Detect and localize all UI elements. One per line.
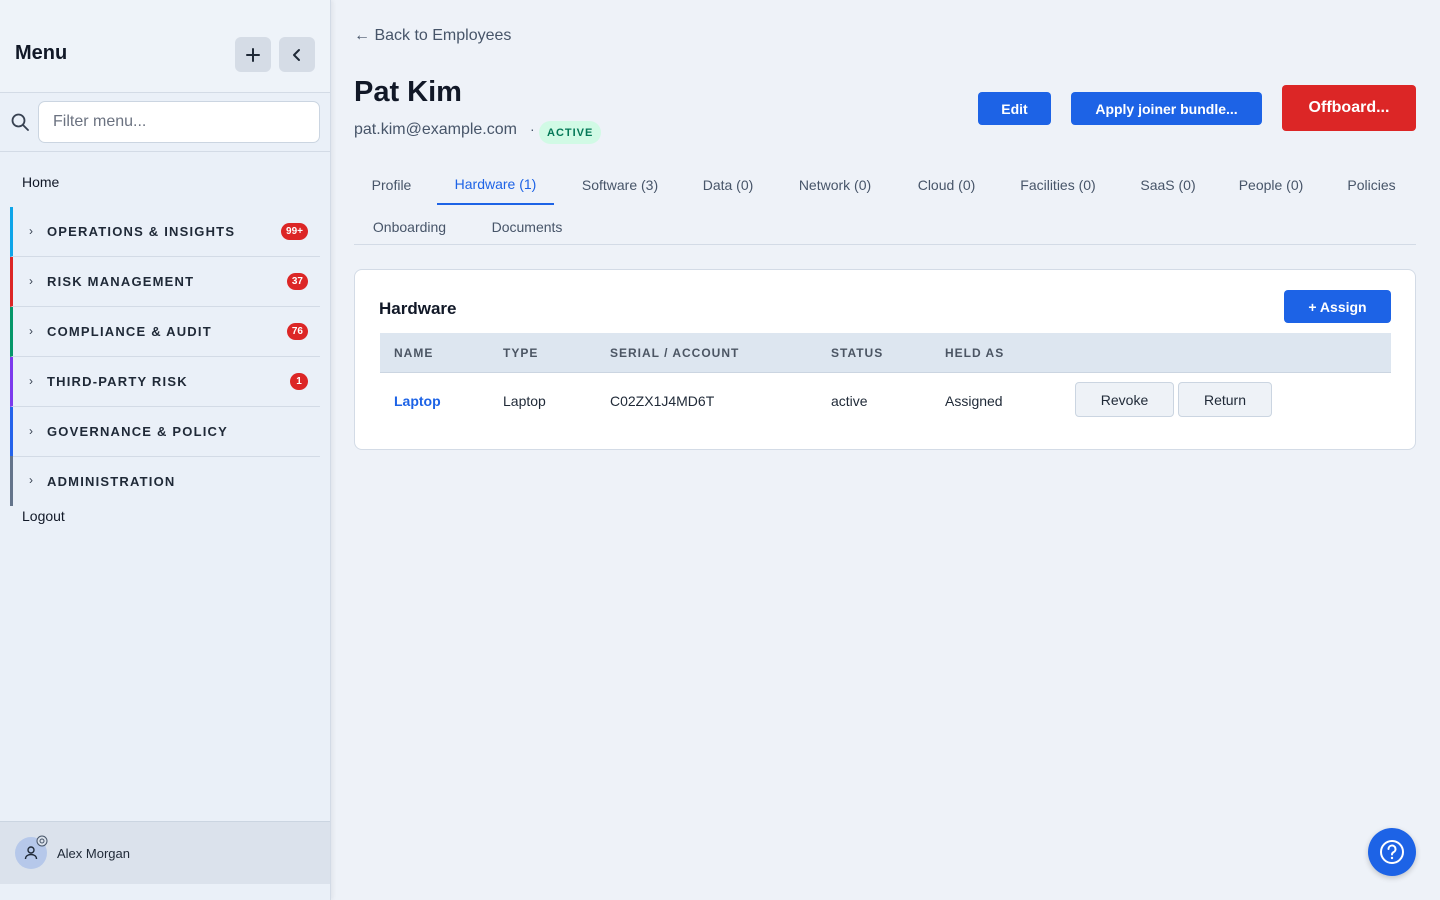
tab-hardware[interactable]: Hardware (1) [437,165,554,205]
search-icon [11,113,29,131]
tab-saas[interactable]: SaaS (0) [1128,165,1208,205]
sidebar-item-home[interactable]: Home [22,174,59,190]
gear-icon[interactable] [36,835,48,847]
sidebar-group-label: THIRD-PARTY RISK [47,374,188,389]
sidebar-group-compliance-audit[interactable]: › COMPLIANCE & AUDIT 76 [10,307,320,357]
sidebar-search [0,93,330,152]
tab-documents[interactable]: Documents [478,207,576,247]
filter-menu-input[interactable] [38,101,320,143]
hardware-status: active [831,393,868,409]
sidebar-item-logout[interactable]: Logout [22,508,65,524]
assign-button[interactable]: + Assign [1284,290,1391,323]
sidebar-group-risk-management[interactable]: › RISK MANAGEMENT 37 [10,257,320,307]
page-title: Pat Kim [354,76,462,108]
chevron-right-icon: › [29,424,33,438]
chevron-right-icon: › [29,473,33,487]
chevron-right-icon: › [29,324,33,338]
column-header-serial: SERIAL / ACCOUNT [610,346,740,360]
tab-onboarding[interactable]: Onboarding [354,207,465,247]
column-header-held-as: HELD AS [945,346,1005,360]
plus-icon [246,47,260,62]
sidebar-header: Menu [0,0,330,93]
count-badge: 37 [286,273,308,290]
chevron-right-icon: › [29,224,33,238]
status-badge: ACTIVE [539,121,602,144]
hardware-held-as: Assigned [945,393,1003,409]
sidebar-group-label: ADMINISTRATION [47,473,176,489]
sidebar-group-third-party-risk[interactable]: › THIRD-PARTY RISK 1 [10,357,320,407]
sidebar-group-label: OPERATIONS & INSIGHTS [47,224,236,239]
hardware-type: Laptop [503,393,546,409]
table-header: NAME TYPE SERIAL / ACCOUNT STATUS HELD A… [380,333,1391,373]
separator: · [530,121,535,137]
add-menu-button[interactable] [235,37,271,72]
tab-bar: Profile Hardware (1) Software (3) Data (… [354,163,1416,245]
column-header-type: TYPE [503,346,539,360]
edit-button[interactable]: Edit [978,92,1051,125]
chevron-right-icon: › [29,274,33,288]
column-header-status: STATUS [831,346,884,360]
sidebar-title: Menu [15,42,68,64]
user-footer[interactable]: Alex Morgan [0,821,330,884]
revoke-button[interactable]: Revoke [1075,382,1174,417]
chevron-right-icon: › [29,374,33,388]
hardware-card: Hardware + Assign NAME TYPE SERIAL / ACC… [354,269,1416,450]
help-icon [1380,840,1404,864]
offboard-button[interactable]: Offboard... [1282,85,1416,131]
help-button[interactable] [1368,828,1416,876]
user-icon [24,846,38,860]
sidebar: Menu Home › OPERATIONS & INSIGHTS 99+ › … [0,0,331,900]
tab-profile[interactable]: Profile [354,165,429,205]
sidebar-group-label: RISK MANAGEMENT [47,274,195,289]
hardware-serial: C02ZX1J4MD6T [610,393,715,409]
tab-cloud[interactable]: Cloud (0) [904,165,989,205]
back-to-employees-link[interactable]: ← Back to Employees [354,27,511,45]
tab-network[interactable]: Network (0) [782,165,888,205]
count-badge: 1 [290,373,308,390]
tab-people[interactable]: People (0) [1224,165,1318,205]
count-badge: 76 [286,323,308,340]
user-name: Alex Morgan [57,846,130,861]
table-row: Laptop Laptop C02ZX1J4MD6T active Assign… [380,373,1391,429]
count-badge: 99+ [281,223,308,240]
employee-email: pat.kim@example.com [354,121,517,138]
chevron-left-icon [293,48,300,61]
return-button[interactable]: Return [1178,382,1272,417]
hardware-name-link[interactable]: Laptop [394,393,441,409]
hardware-title: Hardware [379,299,457,318]
sidebar-group-administration[interactable]: › ADMINISTRATION [10,456,320,506]
sidebar-group-label: COMPLIANCE & AUDIT [47,324,212,339]
tab-data[interactable]: Data (0) [690,165,766,205]
tab-facilities[interactable]: Facilities (0) [1004,165,1112,205]
tab-policies[interactable]: Policies [1334,165,1409,205]
sidebar-group-operations-insights[interactable]: › OPERATIONS & INSIGHTS 99+ [10,207,320,257]
sidebar-group-label: GOVERNANCE & POLICY [47,424,228,439]
apply-joiner-bundle-button[interactable]: Apply joiner bundle... [1071,92,1262,125]
sidebar-group-governance-policy[interactable]: › GOVERNANCE & POLICY [10,407,320,457]
column-header-name: NAME [394,346,434,360]
collapse-sidebar-button[interactable] [279,37,315,72]
tab-software[interactable]: Software (3) [566,165,674,205]
